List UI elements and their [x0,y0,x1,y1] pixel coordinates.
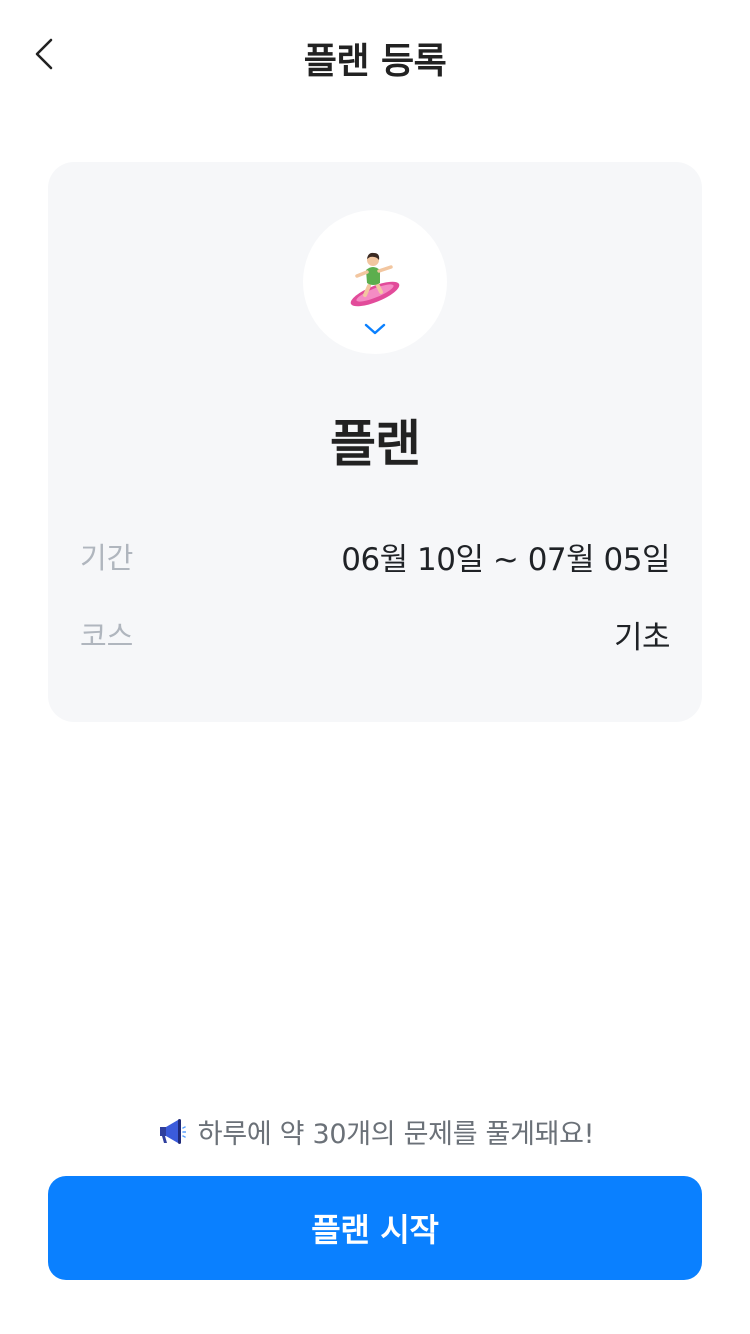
chevron-down-icon [364,323,386,335]
surfer-emoji-icon [350,252,400,307]
notice-text: 하루에 약 30개의 문제를 풀게돼요! [197,1118,595,1150]
course-value: 기초 [613,619,671,656]
plan-name: 플랜 [330,415,421,473]
period-value: 06월 10일 ~ 07월 05일 [341,541,670,578]
daily-notice: 하루에 약 30개의 문제를 풀게돼요! [0,1110,750,1152]
plan-registration-screen: 플랜 등록 플랜 기간 06월 10일 ~ 07월 05일 코스 기초 하루에 … [0,0,750,1334]
plan-card: 플랜 기간 06월 10일 ~ 07월 05일 코스 기초 [48,162,702,722]
page-title: 플랜 등록 [303,41,447,82]
course-row: 코스 기초 [80,612,671,656]
course-label: 코스 [80,619,134,653]
start-plan-button[interactable]: 플랜 시작 [48,1176,702,1280]
megaphone-icon [159,1119,186,1144]
period-row: 기간 06월 10일 ~ 07월 05일 [80,534,670,578]
header: 플랜 등록 [0,0,750,110]
period-label: 기간 [80,541,134,575]
start-plan-label: 플랜 시작 [311,1211,439,1249]
plan-icon-selector[interactable] [303,210,447,354]
